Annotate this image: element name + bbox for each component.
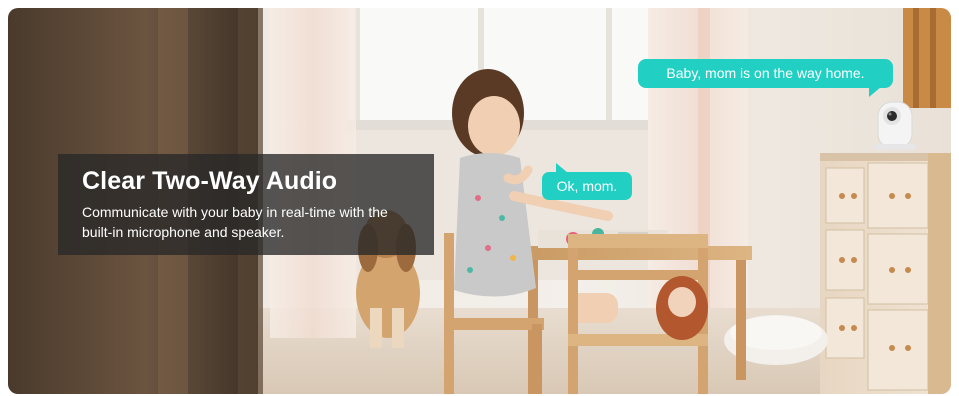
parent-speech-bubble: Baby, mom is on the way home.: [638, 59, 893, 97]
feature-caption: Clear Two-Way Audio Communicate with you…: [58, 154, 434, 255]
feature-description: Communicate with your baby in real-time …: [82, 204, 388, 240]
feature-banner: Clear Two-Way Audio Communicate with you…: [8, 8, 951, 394]
feature-title: Clear Two-Way Audio: [82, 167, 338, 195]
child-speech-bubble: Ok, mom.: [542, 163, 632, 200]
